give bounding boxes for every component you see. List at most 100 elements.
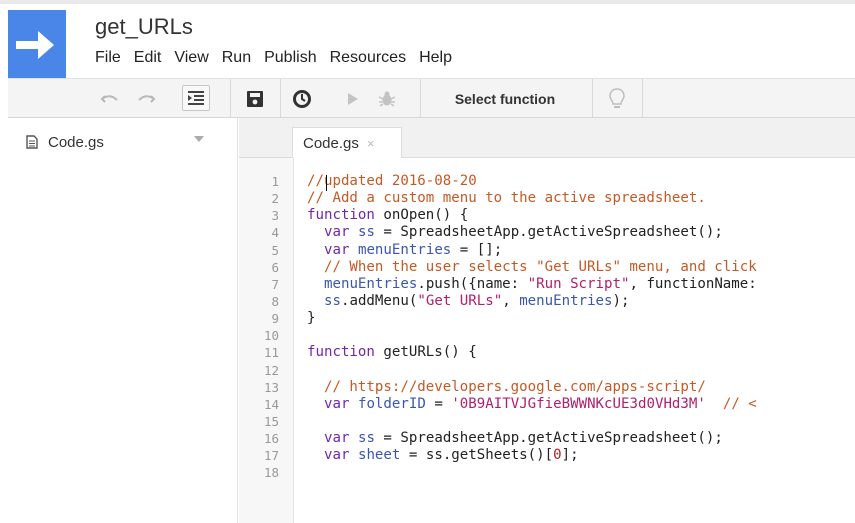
line-number: 10 — [263, 328, 279, 344]
code-text: var ss = SpreadsheetApp.getActiveSpreads… — [307, 430, 723, 447]
code-token: // https://developers.google.com/apps-sc… — [307, 378, 706, 395]
code-token: ss — [357, 224, 375, 241]
code-token: var — [323, 241, 350, 258]
indent-button[interactable] — [182, 85, 210, 111]
code-token: ss — [357, 430, 375, 447]
menu-run[interactable]: Run — [222, 48, 251, 68]
code-token: // When the user selects "Get URLs" menu… — [307, 258, 757, 275]
line-number: 6 — [271, 259, 279, 275]
code-line[interactable]: 5 var menuEntries = []; — [239, 242, 855, 259]
code-token: "Run Script" — [527, 275, 630, 292]
code-token: sheet — [357, 447, 401, 464]
code-token: , — [502, 292, 520, 309]
menu-help[interactable]: Help — [419, 48, 452, 68]
file-item-code-gs[interactable]: Code.gs — [8, 130, 228, 154]
code-text: ss.addMenu("Get URLs", menuEntries); — [307, 293, 630, 310]
code-token: function — [307, 207, 375, 224]
triggers-button[interactable] — [288, 79, 316, 118]
redo-button[interactable] — [134, 79, 158, 118]
lightbulb-icon — [609, 87, 625, 108]
tab-strip: Code.gs × — [239, 118, 855, 159]
clock-icon — [293, 89, 311, 108]
code-line[interactable]: 9} — [239, 310, 855, 327]
code-token: ); — [612, 292, 630, 309]
code-line[interactable]: 4 var ss = SpreadsheetApp.getActiveSprea… — [239, 224, 855, 241]
code-line[interactable]: 15 — [239, 413, 855, 430]
menu-file[interactable]: File — [95, 48, 121, 68]
code-text: var sheet = ss.getSheets()[0]; — [307, 447, 579, 464]
code-line[interactable]: 8 ss.addMenu("Get URLs", menuEntries); — [239, 293, 855, 310]
code-token: = — [425, 395, 452, 412]
select-function-dropdown[interactable]: Select function — [434, 79, 576, 118]
code-token: folderID — [357, 395, 426, 412]
line-number: 2 — [271, 191, 279, 207]
code-token: var — [323, 430, 350, 447]
menu-edit[interactable]: Edit — [134, 48, 162, 68]
line-number: 8 — [271, 293, 279, 309]
code-line[interactable]: 11 function getURLs() { — [239, 344, 855, 361]
code-token: = SpreadsheetApp.getActiveSpreadsheet(); — [374, 430, 723, 447]
undo-button[interactable] — [98, 79, 122, 118]
menu-resources[interactable]: Resources — [330, 48, 406, 68]
code-token: getURLs() { — [374, 344, 477, 361]
line-number: 14 — [263, 396, 279, 412]
code-line[interactable]: 1 //updated 2016-08-20 — [239, 173, 855, 190]
code-text: // When the user selects "Get URLs" menu… — [307, 259, 757, 276]
tab-code-gs[interactable]: Code.gs × — [292, 127, 402, 159]
code-text: var menuEntries = []; — [307, 242, 502, 259]
code-line[interactable]: 18 — [239, 464, 855, 481]
line-number: 9 — [271, 311, 279, 327]
code-line[interactable]: 16 var ss = SpreadsheetApp.getActiveSpre… — [239, 430, 855, 447]
line-number: 1 — [271, 174, 279, 189]
code-token: menuEntries — [323, 275, 418, 292]
code-line[interactable]: 10 — [239, 327, 855, 344]
toolbar-separator — [280, 79, 281, 118]
code-editor[interactable]: 1 //updated 2016-08-20 2 // Add a custom me… — [239, 158, 855, 523]
code-line[interactable]: 6 // When the user selects "Get URLs" me… — [239, 259, 855, 276]
run-button[interactable] — [342, 79, 364, 118]
save-button[interactable] — [242, 79, 268, 118]
code-line[interactable]: 7 menuEntries.push({name: "Run Script", … — [239, 276, 855, 293]
code-token: .push({name: — [417, 275, 528, 292]
code-token: // Add a custom menu to the active sprea… — [307, 190, 706, 207]
code-token: 0 — [553, 447, 562, 464]
code-token: ss — [323, 292, 341, 309]
project-title[interactable]: get_URLs — [95, 14, 193, 40]
code-line[interactable]: 13 // https://developers.google.com/apps… — [239, 379, 855, 396]
close-icon[interactable]: × — [367, 136, 375, 151]
file-sidebar: Code.gs — [8, 118, 238, 523]
menu-view[interactable]: View — [174, 48, 208, 68]
chevron-down-icon[interactable] — [194, 136, 204, 142]
code-token: .addMenu( — [340, 292, 418, 309]
code-text: function onOpen() { — [307, 207, 468, 224]
text-cursor — [326, 175, 327, 191]
line-number: 12 — [263, 362, 279, 378]
code-line[interactable]: 14 var folderID = '0B9AITVJGfieBWWNKcUE3… — [239, 396, 855, 413]
code-token: menuEntries — [519, 292, 613, 309]
code-token: '0B9AITVJGfieBWWNKcUE3d0VHd3M' — [451, 395, 706, 412]
code-token: "Get URLs" — [417, 292, 503, 309]
document-icon — [26, 135, 38, 149]
line-number: 3 — [271, 208, 279, 224]
code-line[interactable]: 2 // Add a custom menu to the active spre… — [239, 190, 855, 207]
code-token: = SpreadsheetApp.getActiveSpreadsheet(); — [374, 224, 723, 241]
debug-button[interactable] — [374, 79, 400, 118]
apps-script-logo[interactable] — [8, 10, 66, 78]
code-line[interactable]: 3 function onOpen() { — [239, 207, 855, 224]
code-line[interactable]: 12 — [239, 362, 855, 379]
code-line[interactable]: 17 var sheet = ss.getSheets()[0]; — [239, 447, 855, 464]
line-number: 16 — [263, 431, 279, 447]
menu-publish[interactable]: Publish — [264, 48, 316, 68]
toolbar-separator — [230, 79, 231, 118]
hint-button[interactable] — [604, 79, 630, 118]
line-number: 4 — [271, 225, 279, 241]
line-number: 11 — [263, 345, 279, 361]
